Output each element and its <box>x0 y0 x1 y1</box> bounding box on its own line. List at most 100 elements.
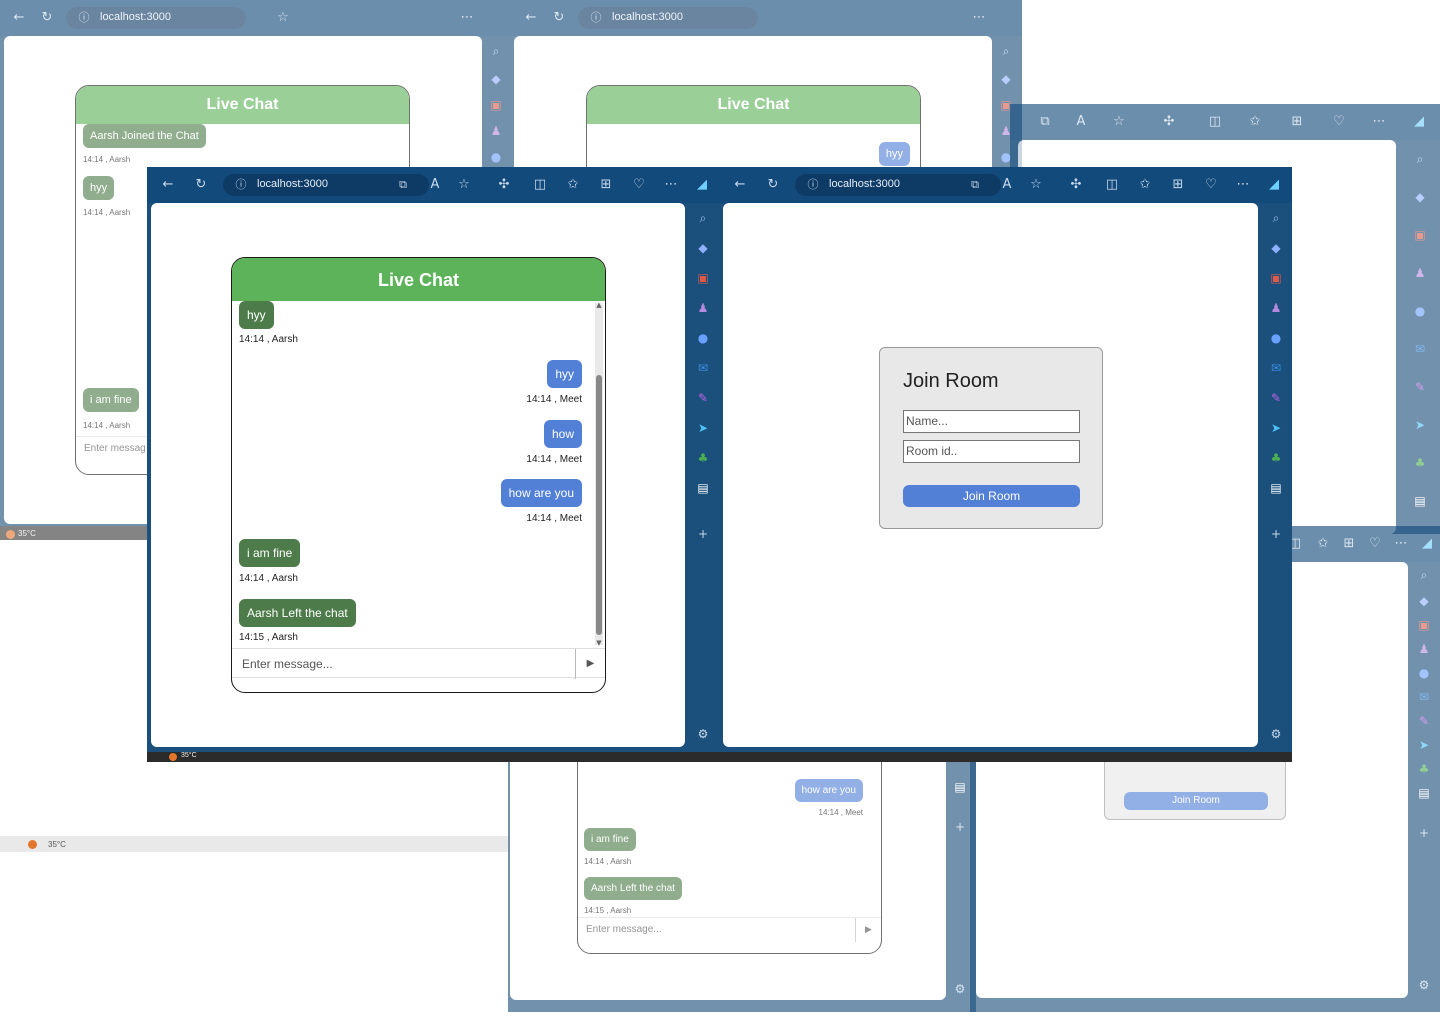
more-icon[interactable]: ⋯ <box>1392 535 1410 553</box>
send-button[interactable]: ▶ <box>855 918 881 942</box>
read-aloud-icon[interactable]: A <box>1072 113 1090 131</box>
back-arrow-icon[interactable]: ← <box>159 176 177 194</box>
join-room-button[interactable]: Join Room <box>1124 792 1268 810</box>
refresh-icon[interactable]: ↻ <box>764 176 782 194</box>
tools-icon[interactable]: ▣ <box>1411 226 1429 244</box>
favorite-star-icon[interactable]: ☆ <box>455 176 473 194</box>
tree-icon[interactable]: ♣ <box>1415 760 1433 778</box>
address-bar[interactable]: ⓘ localhost:3000 <box>578 7 758 29</box>
favorite-star-icon[interactable]: ☆ <box>1027 176 1045 194</box>
settings-icon[interactable]: ⚙ <box>694 725 712 743</box>
tools-icon[interactable]: ▣ <box>1267 269 1285 287</box>
office-icon[interactable]: ▤ <box>694 479 712 497</box>
copilot-icon[interactable]: ◢ <box>1410 113 1428 131</box>
outlook-icon[interactable]: ✉ <box>1267 359 1285 377</box>
add-icon[interactable]: + <box>951 818 969 836</box>
tree-icon[interactable]: ♣ <box>694 449 712 467</box>
join-room-button[interactable]: Join Room <box>903 485 1080 507</box>
settings-icon[interactable]: ⚙ <box>1415 976 1433 994</box>
address-bar[interactable]: ⓘ localhost:3000 <box>66 7 246 29</box>
back-arrow-icon[interactable]: ← <box>522 9 540 27</box>
telegram-icon[interactable]: ➤ <box>694 419 712 437</box>
shopping-tag-icon[interactable]: ◆ <box>997 70 1015 88</box>
outlook-icon[interactable]: ✉ <box>1415 688 1433 706</box>
send-button[interactable]: ▶ <box>575 649 605 679</box>
refresh-icon[interactable]: ↻ <box>550 9 568 27</box>
tree-icon[interactable]: ♣ <box>1267 449 1285 467</box>
telegram-icon[interactable]: ➤ <box>1267 419 1285 437</box>
chat-input[interactable]: Enter messag <box>84 443 146 454</box>
star-icon[interactable]: ☆ <box>274 9 292 27</box>
open-app-icon[interactable]: ⧉ <box>395 177 411 193</box>
browser-essentials-icon[interactable]: ♡ <box>1330 113 1348 131</box>
add-icon[interactable]: + <box>1415 824 1433 842</box>
tree-icon[interactable]: ♣ <box>1411 454 1429 472</box>
games-icon[interactable]: ♟ <box>1415 640 1433 658</box>
split-screen-icon[interactable]: ◫ <box>531 176 549 194</box>
copilot-icon[interactable]: ◢ <box>1265 176 1283 194</box>
chat-input[interactable]: Enter message... <box>586 924 662 935</box>
open-app-icon[interactable]: ⧉ <box>967 177 983 193</box>
shopping-tag-icon[interactable]: ◆ <box>1411 188 1429 206</box>
scroll-down-arrow-icon[interactable]: ▼ <box>595 639 603 647</box>
tools-icon[interactable]: ▣ <box>1415 616 1433 634</box>
browser-essentials-icon[interactable]: ♡ <box>1366 535 1384 553</box>
shopping-tag-icon[interactable]: ◆ <box>1267 239 1285 257</box>
collections-icon[interactable]: ⊞ <box>1340 535 1358 553</box>
search-icon[interactable]: ⌕ <box>1267 209 1285 227</box>
games-icon[interactable]: ♟ <box>487 122 505 140</box>
back-arrow-icon[interactable]: ← <box>731 176 749 194</box>
copilot-icon[interactable]: ◢ <box>1418 535 1436 553</box>
browser-essentials-icon[interactable]: ♡ <box>1202 176 1220 194</box>
office-icon[interactable]: ▤ <box>1411 492 1429 510</box>
outlook-icon[interactable]: ✉ <box>1411 340 1429 358</box>
shopping-tag-icon[interactable]: ◆ <box>1415 592 1433 610</box>
search-icon[interactable]: ⌕ <box>694 209 712 227</box>
copilot-icon[interactable]: ◢ <box>693 176 711 194</box>
more-icon[interactable]: ⋯ <box>662 176 680 194</box>
search-icon[interactable]: ⌕ <box>487 42 505 60</box>
search-icon[interactable]: ⌕ <box>1411 150 1429 168</box>
add-icon[interactable]: + <box>694 525 712 543</box>
shopping-tag-icon[interactable]: ◆ <box>694 239 712 257</box>
search-icon[interactable]: ⌕ <box>997 42 1015 60</box>
chat-input[interactable]: Enter message... <box>242 657 333 671</box>
settings-icon[interactable]: ⚙ <box>951 980 969 998</box>
room-id-field[interactable]: Room id.. <box>903 440 1080 463</box>
open-app-icon[interactable]: ⧉ <box>1036 113 1054 131</box>
collections-icon[interactable]: ⊞ <box>1169 176 1187 194</box>
games-icon[interactable]: ♟ <box>694 299 712 317</box>
designer-icon[interactable]: ✎ <box>1411 378 1429 396</box>
refresh-icon[interactable]: ↻ <box>192 176 210 194</box>
bing-chat-icon[interactable]: ● <box>487 148 505 166</box>
back-arrow-icon[interactable]: ← <box>10 9 28 27</box>
address-bar[interactable]: ⓘ localhost:3000 ⧉ <box>795 174 1001 196</box>
bing-chat-icon[interactable]: ● <box>1267 329 1285 347</box>
search-icon[interactable]: ⌕ <box>1415 566 1433 584</box>
designer-icon[interactable]: ✎ <box>1415 712 1433 730</box>
name-field[interactable]: Name... <box>903 410 1080 433</box>
designer-icon[interactable]: ✎ <box>694 389 712 407</box>
read-aloud-icon[interactable]: A <box>426 176 444 194</box>
bing-chat-icon[interactable]: ● <box>1411 302 1429 320</box>
tools-icon[interactable]: ▣ <box>694 269 712 287</box>
telegram-icon[interactable]: ➤ <box>1415 736 1433 754</box>
games-icon[interactable]: ♟ <box>1411 264 1429 282</box>
shopping-tag-icon[interactable]: ◆ <box>487 70 505 88</box>
bing-chat-icon[interactable]: ● <box>694 329 712 347</box>
collections-icon[interactable]: ⊞ <box>1288 113 1306 131</box>
split-screen-icon[interactable]: ◫ <box>1103 176 1121 194</box>
favorite-star-icon[interactable]: ☆ <box>1110 113 1128 131</box>
settings-icon[interactable]: ⚙ <box>1267 725 1285 743</box>
office-icon[interactable]: ▤ <box>1415 784 1433 802</box>
bing-chat-icon[interactable]: ● <box>1415 664 1433 682</box>
extensions-icon[interactable]: ✣ <box>1160 113 1178 131</box>
extensions-icon[interactable]: ✣ <box>495 176 513 194</box>
collections-icon[interactable]: ⊞ <box>597 176 615 194</box>
outlook-icon[interactable]: ✉ <box>694 359 712 377</box>
more-icon[interactable]: ⋯ <box>1370 113 1388 131</box>
refresh-icon[interactable]: ↻ <box>38 9 56 27</box>
favorites-icon[interactable]: ✩ <box>1246 113 1264 131</box>
scrollbar-thumb[interactable] <box>596 375 602 635</box>
read-aloud-icon[interactable]: A <box>998 176 1016 194</box>
